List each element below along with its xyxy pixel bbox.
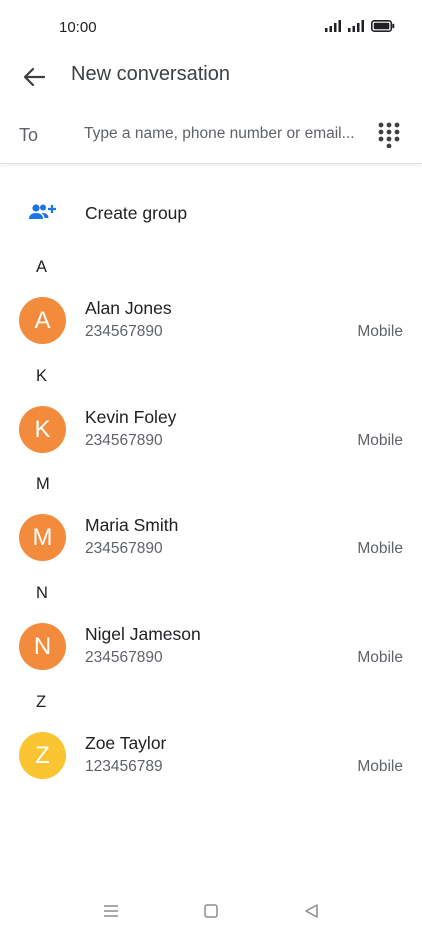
contact-name: Maria Smith <box>85 515 179 535</box>
status-icons <box>325 20 395 32</box>
contact-name: Kevin Foley <box>85 407 177 427</box>
contact-name: Alan Jones <box>85 298 172 318</box>
contact-type: Mobile <box>357 540 403 557</box>
recipient-row: To <box>0 108 422 164</box>
avatar: A <box>19 297 66 344</box>
signal-icon <box>348 20 364 32</box>
contact-type: Mobile <box>357 758 403 775</box>
section-header-a: A <box>36 258 48 276</box>
avatar: Z <box>19 732 66 779</box>
menu-icon <box>104 905 118 917</box>
contact-name: Nigel Jameson <box>85 624 201 644</box>
avatar: M <box>19 514 66 561</box>
section-header-k: K <box>36 367 48 385</box>
status-time: 10:00 <box>59 19 97 36</box>
home-button[interactable] <box>200 901 222 921</box>
contact-number: 234567890 <box>85 432 163 449</box>
contact-type: Mobile <box>357 649 403 666</box>
home-icon <box>204 904 218 918</box>
contact-row-alan-jones[interactable]: A Alan Jones 234567890 Mobile <box>0 290 422 352</box>
contact-row-kevin-foley[interactable]: K Kevin Foley 234567890 Mobile <box>0 399 422 461</box>
contact-number: 123456789 <box>85 758 163 775</box>
contact-row-zoe-taylor[interactable]: Z Zoe Taylor 123456789 Mobile <box>0 725 422 787</box>
avatar: K <box>19 406 66 453</box>
to-label: To <box>19 125 39 145</box>
avatar: N <box>19 623 66 670</box>
recipient-input[interactable] <box>84 120 366 148</box>
section-header-m: M <box>36 475 50 493</box>
dialpad-icon <box>378 122 400 149</box>
page-title: New conversation <box>71 63 230 85</box>
contact-type: Mobile <box>357 323 403 340</box>
dialpad-button[interactable] <box>378 122 400 149</box>
contact-row-nigel-jameson[interactable]: N Nigel Jameson 234567890 Mobile <box>0 616 422 678</box>
group-add-icon <box>29 204 56 219</box>
create-group-label: Create group <box>85 203 188 223</box>
status-bar: 10:00 <box>0 0 422 54</box>
create-group-button[interactable]: Create group <box>0 190 422 234</box>
system-nav-bar <box>0 885 422 937</box>
back-triangle-icon <box>305 904 318 918</box>
menu-button[interactable] <box>100 901 122 921</box>
section-header-n: N <box>36 584 48 602</box>
contact-number: 234567890 <box>85 540 163 557</box>
app-bar: New conversation <box>0 54 422 98</box>
signal-icon <box>325 20 341 32</box>
battery-icon <box>371 20 395 32</box>
arrow-back-icon <box>23 67 45 87</box>
contact-number: 234567890 <box>85 323 163 340</box>
back-button[interactable] <box>19 62 49 92</box>
contact-row-maria-smith[interactable]: M Maria Smith 234567890 Mobile <box>0 507 422 569</box>
contact-name: Zoe Taylor <box>85 733 167 753</box>
section-header-z: Z <box>36 693 47 711</box>
nav-back-button[interactable] <box>300 901 322 921</box>
contact-number: 234567890 <box>85 649 163 666</box>
contact-type: Mobile <box>357 432 403 449</box>
